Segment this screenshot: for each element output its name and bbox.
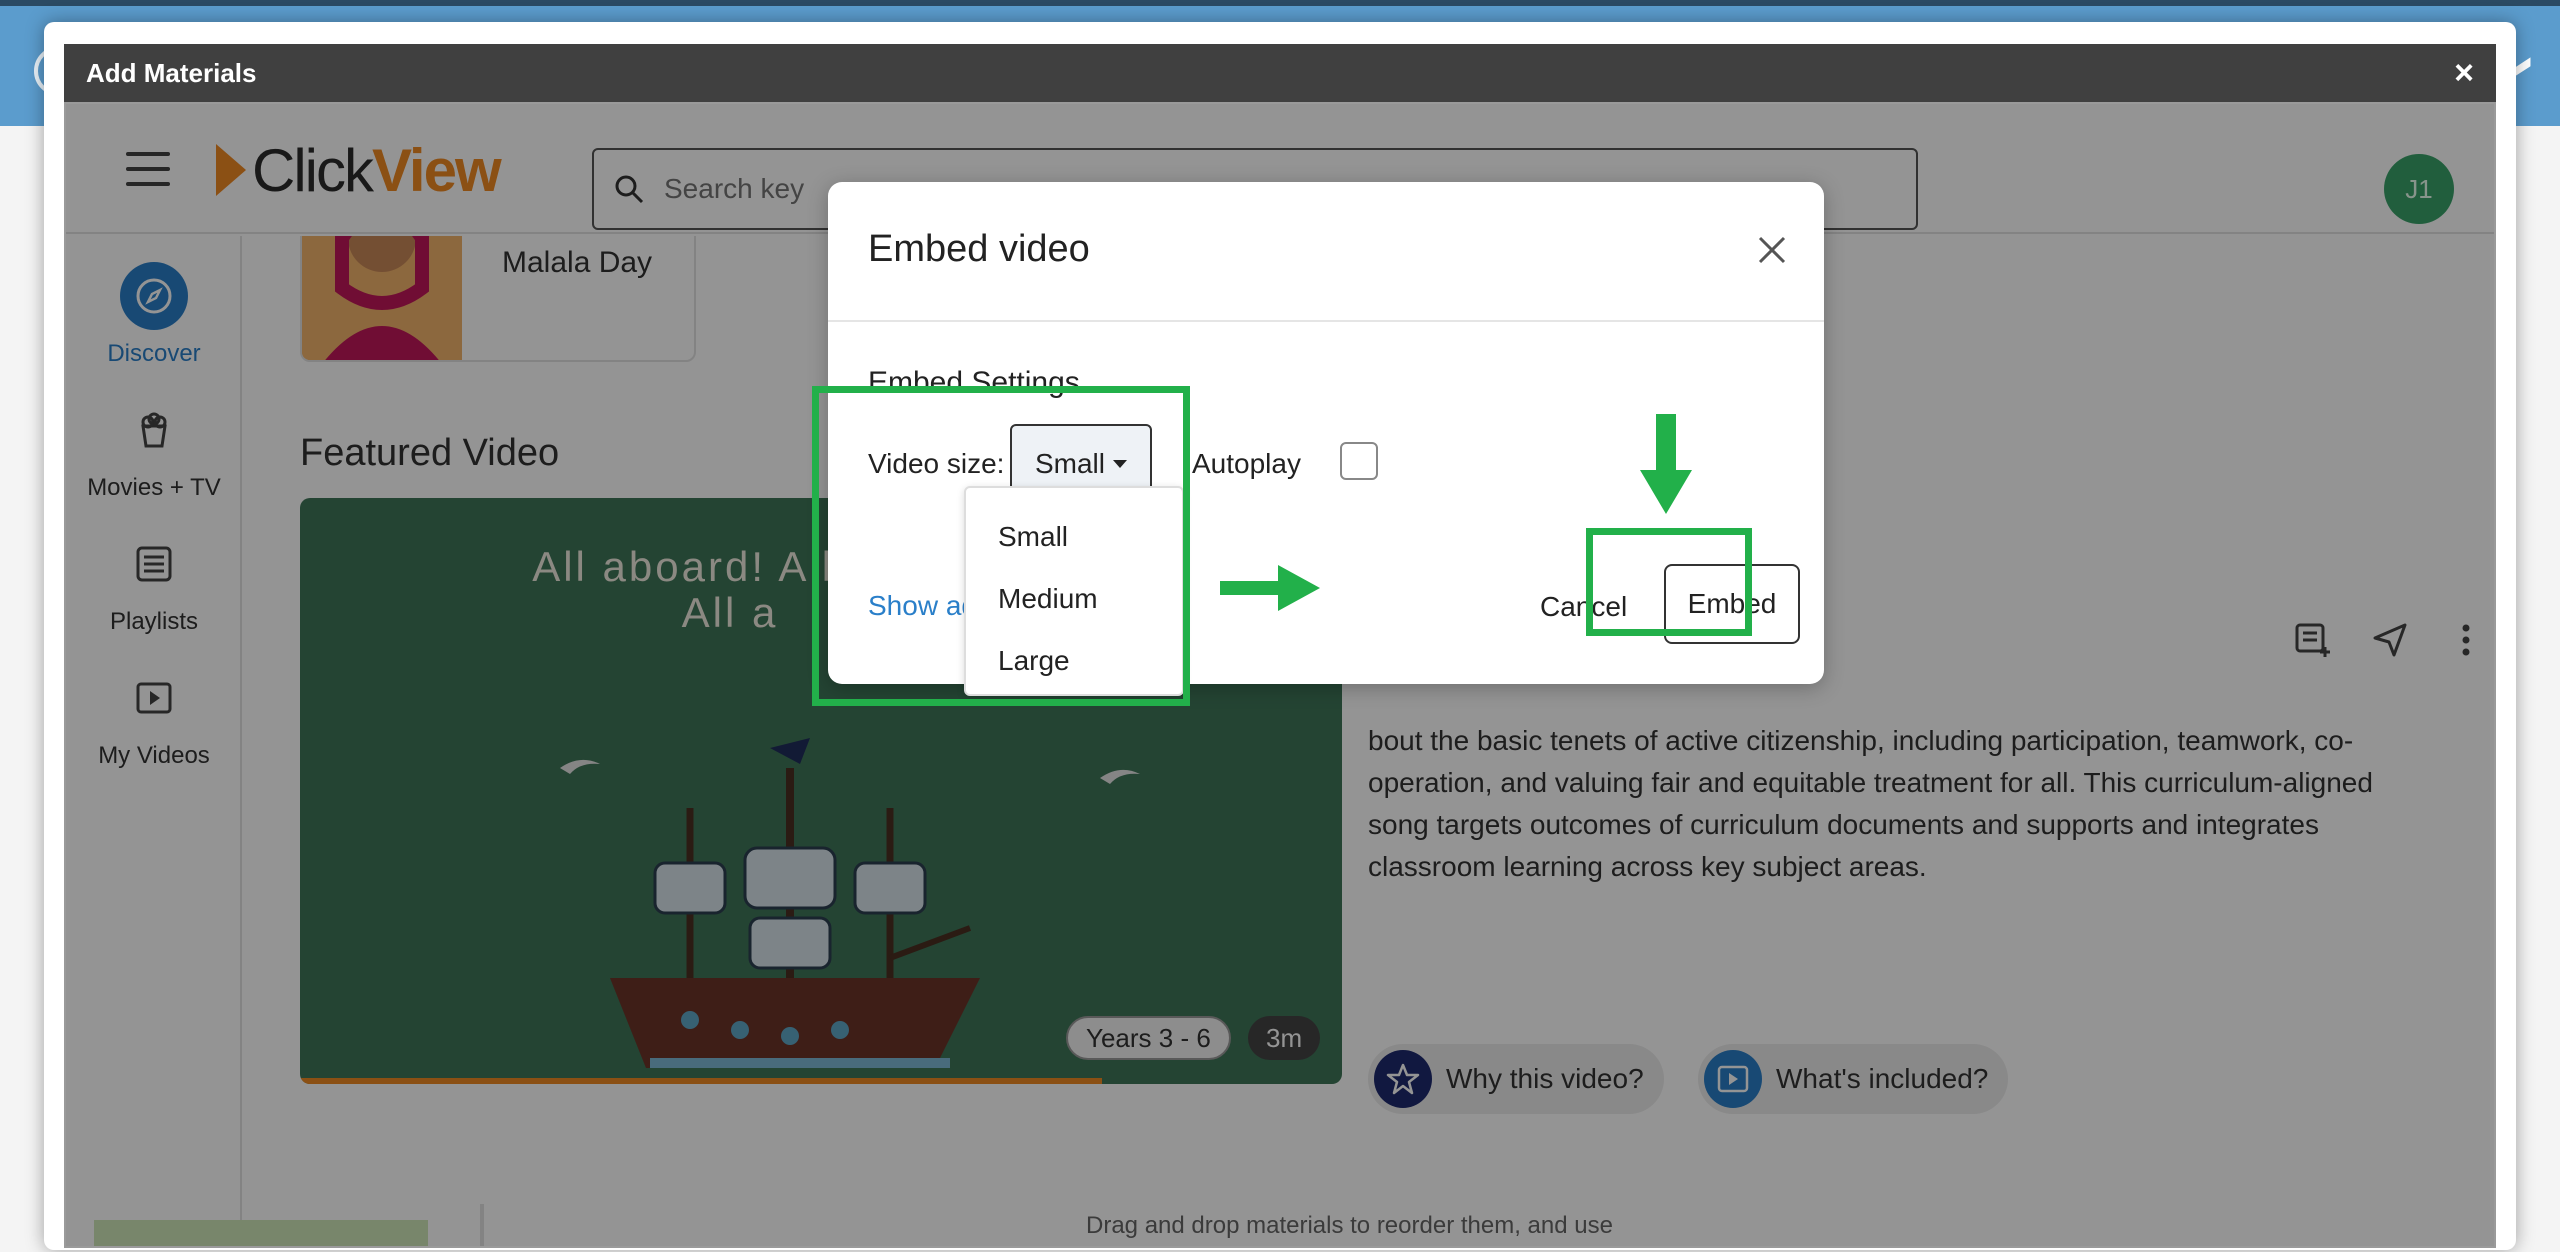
cancel-button[interactable]: Cancel xyxy=(1518,574,1649,640)
close-icon[interactable]: × xyxy=(2454,56,2474,90)
modal-title: Embed video xyxy=(868,228,1090,270)
add-materials-title: Add Materials xyxy=(86,57,257,88)
close-icon[interactable] xyxy=(1756,234,1788,266)
embed-settings-heading: Embed Settings xyxy=(868,366,1080,399)
add-materials-header: Add Materials × xyxy=(64,44,2496,102)
embed-button[interactable]: Embed xyxy=(1664,564,1800,644)
arrow-right-icon xyxy=(1220,565,1320,611)
video-size-label: Video size: xyxy=(868,448,1005,479)
caret-down-icon xyxy=(1113,460,1127,468)
add-materials-window: Add Materials × ClickView J1 Discover xyxy=(44,22,2516,1250)
autoplay-checkbox[interactable] xyxy=(1340,442,1378,480)
autoplay-label: Autoplay xyxy=(1192,448,1301,479)
video-size-menu: Small Medium Large xyxy=(964,486,1184,696)
arrow-down-icon xyxy=(1640,414,1692,514)
size-option-small[interactable]: Small xyxy=(966,506,1182,568)
clickview-frame: ClickView J1 Discover Movies + TV xyxy=(64,102,2496,1248)
modal-header: Embed video xyxy=(828,182,1824,322)
size-option-medium[interactable]: Medium xyxy=(966,568,1182,630)
size-option-large[interactable]: Large xyxy=(966,630,1182,692)
